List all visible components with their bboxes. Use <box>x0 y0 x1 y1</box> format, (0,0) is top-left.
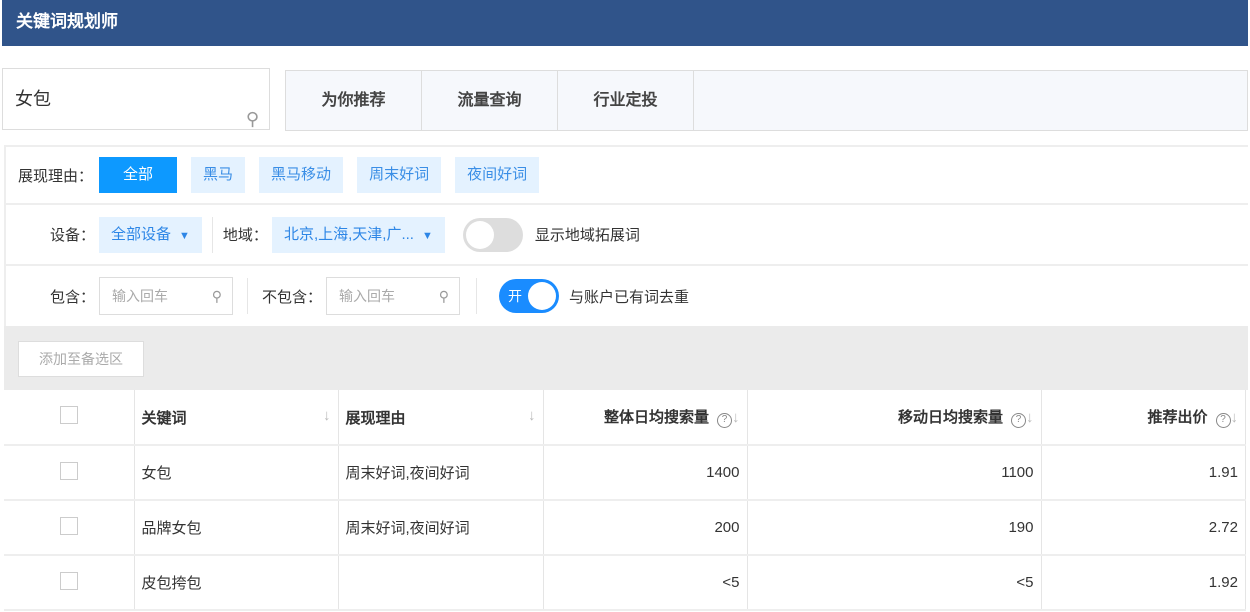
select-all-checkbox[interactable] <box>59 406 78 424</box>
tab-recommend[interactable]: 为你推荐 <box>286 71 422 130</box>
reason-chip-night[interactable]: 夜间好词 <box>455 157 540 193</box>
include-input[interactable]: 输入回车 ⚲ <box>99 277 234 315</box>
row-checkbox[interactable] <box>59 461 78 480</box>
table-toolbar: 添加至备选区 <box>4 326 1248 390</box>
search-icon[interactable]: ⚲ <box>246 89 259 149</box>
bid-cell: 1.92 <box>1041 555 1246 611</box>
reason-chip-weekend[interactable]: 周末好词 <box>357 157 442 193</box>
show-region-label: 显示地域拓展词 <box>534 227 640 244</box>
search-icon: ⚲ <box>438 288 450 304</box>
reason-chip-all[interactable]: 全部 <box>99 157 178 193</box>
include-placeholder: 输入回车 <box>112 288 169 304</box>
col-bid[interactable]: 推荐出价? ↓ <box>1041 390 1246 446</box>
caret-down-icon: ▼ <box>421 229 433 242</box>
exclude-input[interactable]: 输入回车 ⚲ <box>326 277 461 315</box>
total-cell: <5 <box>543 555 748 611</box>
help-icon[interactable]: ? <box>717 413 732 428</box>
reason-cell: 周末好词,夜间好词 <box>338 500 544 556</box>
device-select[interactable]: 全部设备 ▼ <box>99 216 202 253</box>
col-total-search[interactable]: 整体日均搜索量? ↓ <box>543 390 748 446</box>
keyword-cell: 品牌女包 <box>134 500 339 556</box>
region-value: 北京,上海,天津,广... <box>283 225 414 243</box>
reason-cell: 周末好词,夜间好词 <box>338 445 544 501</box>
mobile-cell: 190 <box>747 500 1042 556</box>
tab-industry[interactable]: 行业定投 <box>558 71 694 130</box>
sort-arrow-icon[interactable]: ↓ <box>323 407 331 424</box>
tab-traffic-query[interactable]: 流量查询 <box>422 71 558 130</box>
sort-arrow-icon[interactable]: ↓ <box>1231 409 1239 426</box>
caret-down-icon: ▼ <box>179 229 190 242</box>
col-reason[interactable]: 展现理由 ↓ <box>338 390 544 446</box>
search-icon: ⚲ <box>211 288 223 304</box>
sort-arrow-icon[interactable]: ↓ <box>732 409 740 426</box>
reason-chip-darkhorse[interactable]: 黑马 <box>191 157 246 193</box>
table-header-row: 关键词 ↓ 展现理由 ↓ 整体日均搜索量? ↓ 移动日均搜索量? ↓ 推荐出价? ↓ <box>4 390 1246 446</box>
bid-cell: 2.72 <box>1041 500 1246 556</box>
device-label: 设备： <box>50 227 96 244</box>
keyword-cell: 皮包挎包 <box>134 555 339 611</box>
total-cell: 200 <box>543 500 748 556</box>
include-label: 包含： <box>50 288 96 306</box>
device-value: 全部设备 <box>111 225 172 243</box>
col-mobile-search[interactable]: 移动日均搜索量? ↓ <box>747 390 1042 446</box>
row-checkbox[interactable] <box>59 571 78 590</box>
sort-arrow-icon[interactable]: ↓ <box>528 407 536 424</box>
add-to-candidates-button[interactable]: 添加至备选区 <box>18 341 144 377</box>
table-row: 皮包挎包 <5 <5 1.92 <box>4 555 1246 611</box>
bid-cell: 1.91 <box>1041 445 1246 501</box>
table-row: 女包 周末好词,夜间好词 1400 1100 1.91 <box>4 445 1246 501</box>
dedupe-toggle[interactable]: 开 <box>499 279 560 313</box>
help-icon[interactable]: ? <box>1215 413 1231 428</box>
total-cell: 1400 <box>543 445 748 501</box>
keyword-table: 关键词 ↓ 展现理由 ↓ 整体日均搜索量? ↓ 移动日均搜索量? ↓ 推荐出价? ↓ 女包… <box>4 390 1246 611</box>
toggle-on-text: 开 <box>508 288 523 304</box>
exclude-label: 不包含： <box>262 288 323 306</box>
reason-cell <box>338 555 544 611</box>
keyword-cell: 女包 <box>134 445 339 501</box>
mobile-cell: <5 <box>747 555 1042 611</box>
sort-arrow-icon[interactable]: ↓ <box>1026 409 1034 426</box>
row-checkbox[interactable] <box>59 516 78 535</box>
table-row: 品牌女包 周末好词,夜间好词 200 190 2.72 <box>4 500 1246 556</box>
dedupe-label: 与账户已有词去重 <box>569 288 690 306</box>
app-title: 关键词规划师 <box>16 12 118 31</box>
reason-label: 展现理由： <box>18 167 94 185</box>
exclude-placeholder: 输入回车 <box>339 288 396 304</box>
region-label: 地域： <box>222 227 268 244</box>
keyword-search-input[interactable]: 女包 ⚲ <box>2 68 270 130</box>
reason-chip-darkhorse-mobile[interactable]: 黑马移动 <box>259 157 344 193</box>
help-icon[interactable]: ? <box>1011 413 1026 428</box>
mobile-cell: 1100 <box>747 445 1042 501</box>
app-header: 关键词规划师 <box>2 0 1248 46</box>
region-select[interactable]: 北京,上海,天津,广... ▼ <box>271 216 445 253</box>
tab-bar: 为你推荐 流量查询 行业定投 <box>285 70 1248 131</box>
search-value: 女包 <box>15 89 51 109</box>
show-region-toggle[interactable] <box>462 217 523 252</box>
filter-panel: 展现理由： 全部 黑马 黑马移动 周末好词 夜间好词 设备： 全部设备 ▼ 地域：… <box>4 145 1248 328</box>
col-keyword[interactable]: 关键词 ↓ <box>134 390 339 446</box>
